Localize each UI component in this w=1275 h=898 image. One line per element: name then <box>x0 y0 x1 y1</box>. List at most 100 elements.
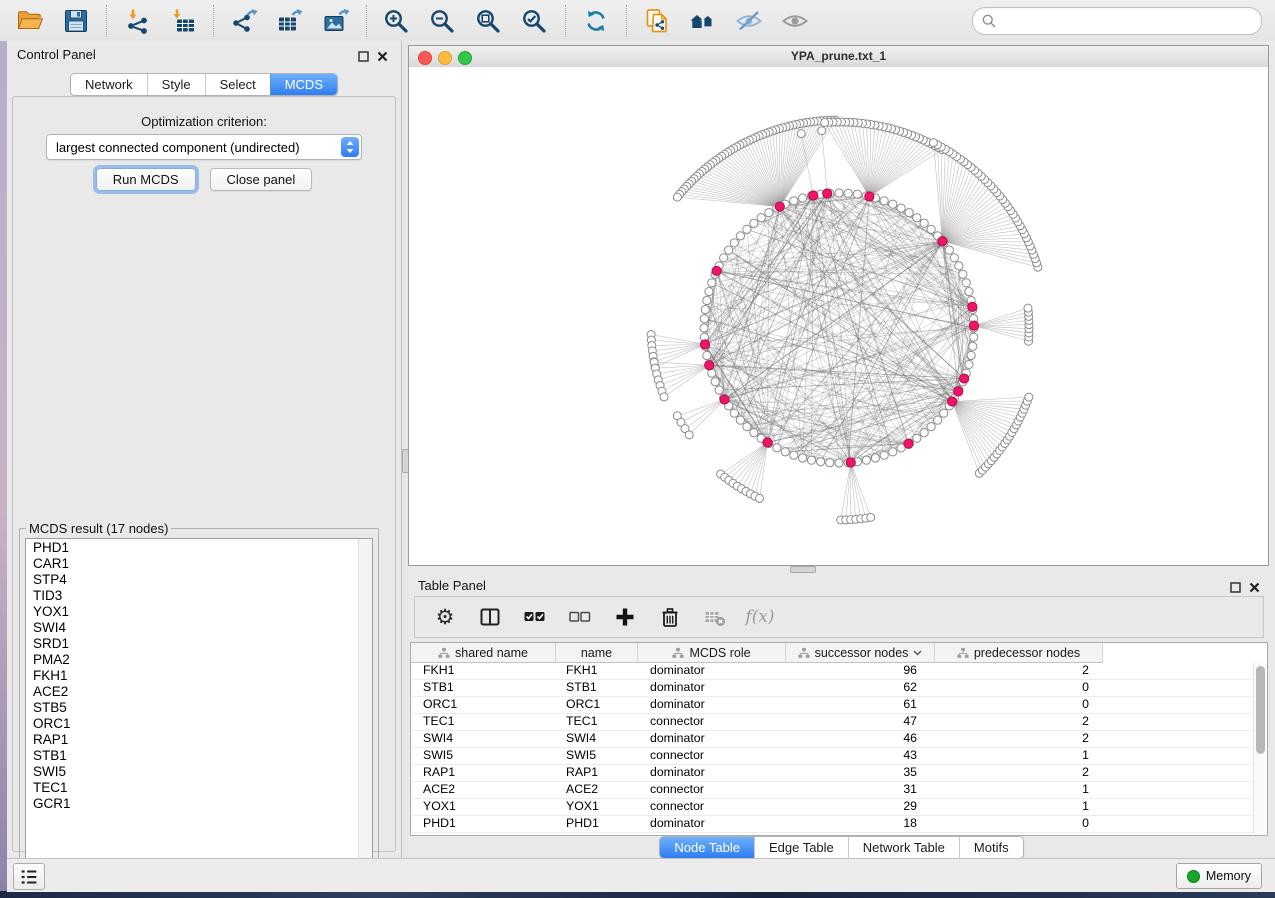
mcds-result-item[interactable]: PHD1 <box>26 540 358 556</box>
clear-table-button <box>701 603 729 631</box>
network-canvas[interactable] <box>409 67 1268 565</box>
mcds-result-listbox[interactable]: PHD1CAR1STP4TID3YOX1SWI4SRD1PMA2FKH1ACE2… <box>25 538 373 875</box>
mcds-hub-node[interactable] <box>968 302 977 311</box>
tab-edge-table[interactable]: Edge Table <box>754 837 848 858</box>
mcds-result-item[interactable]: TEC1 <box>26 780 358 796</box>
duplicate-network-button[interactable] <box>642 7 672 35</box>
mcds-hub-node[interactable] <box>809 191 818 200</box>
tab-select[interactable]: Select <box>205 74 270 95</box>
mcds-hub-node[interactable] <box>823 189 832 198</box>
mcds-result-item[interactable]: STP4 <box>26 572 358 588</box>
table-row-RAP1[interactable]: RAP1RAP1dominator352 <box>411 765 1253 782</box>
column-header-predecessor-nodes[interactable]: predecessor nodes <box>935 643 1103 663</box>
export-image-button[interactable] <box>321 7 351 35</box>
mcds-hub-node[interactable] <box>960 374 969 383</box>
mcds-hub-node[interactable] <box>969 321 978 330</box>
mcds-hub-node[interactable] <box>712 266 721 275</box>
optimization-criterion-select[interactable]: largest connected component (undirected) <box>46 134 362 160</box>
network-graph[interactable] <box>409 67 1266 563</box>
tab-node-table[interactable]: Node Table <box>660 837 754 858</box>
columns-button[interactable] <box>476 603 504 631</box>
settings-button[interactable]: ⚙ <box>431 603 459 631</box>
function-builder-icon: f(x) <box>745 607 774 627</box>
zoom-selected-button[interactable] <box>520 7 550 35</box>
table-row-FKH1[interactable]: FKH1FKH1dominator962 <box>411 663 1253 680</box>
table-tabs: Node TableEdge TableNetwork TableMotifs <box>408 836 1275 859</box>
tab-network[interactable]: Network <box>71 74 147 95</box>
mcds-hub-node[interactable] <box>954 387 963 396</box>
import-network-button[interactable] <box>122 7 152 35</box>
memory-button[interactable]: Memory <box>1176 863 1262 889</box>
mcds-hub-node[interactable] <box>865 192 874 201</box>
cell-shared-name: YOX1 <box>411 799 556 815</box>
mcds-result-item[interactable]: ACE2 <box>26 684 358 700</box>
deselect-all-icon <box>569 606 591 628</box>
column-header-MCDS-role[interactable]: MCDS role <box>638 643 786 663</box>
show-all-button[interactable] <box>780 7 810 35</box>
zoom-fit-content-button[interactable] <box>474 7 504 35</box>
tab-network-table[interactable]: Network Table <box>848 837 959 858</box>
mcds-result-item[interactable]: GCR1 <box>26 796 358 812</box>
table-row-TEC1[interactable]: TEC1TEC1connector472 <box>411 714 1253 731</box>
float-panel-icon[interactable] <box>358 49 369 67</box>
mcds-result-item[interactable]: STB1 <box>26 748 358 764</box>
export-table-button[interactable] <box>275 7 305 35</box>
mcds-hub-node[interactable] <box>720 395 729 404</box>
sort-desc-icon <box>913 650 922 656</box>
table-row-PHD1[interactable]: PHD1PHD1dominator180 <box>411 816 1253 833</box>
mcds-hub-node[interactable] <box>705 361 714 370</box>
tab-style[interactable]: Style <box>147 74 205 95</box>
add-row-button[interactable] <box>611 603 639 631</box>
close-panel-icon[interactable] <box>377 49 388 67</box>
mcds-list-scrollbar[interactable] <box>358 539 372 874</box>
mcds-result-item[interactable]: YOX1 <box>26 604 358 620</box>
mcds-result-item[interactable]: TID3 <box>26 588 358 604</box>
mcds-hub-node[interactable] <box>904 439 913 448</box>
refresh-view-button[interactable] <box>581 7 611 35</box>
column-header-successor-nodes[interactable]: successor nodes <box>786 643 935 663</box>
table-row-ORC1[interactable]: ORC1ORC1dominator610 <box>411 697 1253 714</box>
mcds-result-item[interactable]: SWI4 <box>26 620 358 636</box>
import-table-button[interactable] <box>168 7 198 35</box>
tab-mcds[interactable]: MCDS <box>270 74 337 95</box>
zoom-out-button[interactable] <box>428 7 458 35</box>
mcds-hub-node[interactable] <box>775 202 784 211</box>
run-mcds-button[interactable]: Run MCDS <box>96 168 196 191</box>
save-session-button[interactable] <box>61 7 91 35</box>
tab-motifs[interactable]: Motifs <box>959 837 1023 858</box>
first-neighbors-button[interactable] <box>688 7 718 35</box>
mcds-result-item[interactable]: PMA2 <box>26 652 358 668</box>
mcds-hub-node[interactable] <box>846 458 855 467</box>
mcds-result-item[interactable]: RAP1 <box>26 732 358 748</box>
table-row-STB1[interactable]: STB1STB1dominator620 <box>411 680 1253 697</box>
export-network-button[interactable] <box>229 7 259 35</box>
table-row-SWI5[interactable]: SWI5SWI5connector431 <box>411 748 1253 765</box>
mcds-result-item[interactable]: STB5 <box>26 700 358 716</box>
deselect-all-button[interactable] <box>566 603 594 631</box>
table-scrollbar[interactable] <box>1253 663 1267 834</box>
table-row-YOX1[interactable]: YOX1YOX1connector291 <box>411 799 1253 816</box>
mcds-hub-node[interactable] <box>763 438 772 447</box>
mcds-result-item[interactable]: SWI5 <box>26 764 358 780</box>
search-box[interactable] <box>972 7 1262 35</box>
open-file-button[interactable] <box>15 7 45 35</box>
table-row-ACE2[interactable]: ACE2ACE2connector311 <box>411 782 1253 799</box>
hide-selected-button[interactable] <box>734 7 764 35</box>
table-scrollbar-thumb[interactable] <box>1256 666 1265 754</box>
mcds-hub-node[interactable] <box>700 340 709 349</box>
search-input[interactable] <box>996 14 1261 29</box>
select-all-button[interactable] <box>521 603 549 631</box>
zoom-in-button[interactable] <box>382 7 412 35</box>
mcds-result-item[interactable]: CAR1 <box>26 556 358 572</box>
column-header-name[interactable]: name <box>556 643 638 663</box>
column-header-shared-name[interactable]: shared name <box>411 643 556 663</box>
mcds-result-item[interactable]: FKH1 <box>26 668 358 684</box>
delete-rows-button[interactable] <box>656 603 684 631</box>
mcds-hub-node[interactable] <box>948 397 957 406</box>
table-row-SWI4[interactable]: SWI4SWI4dominator462 <box>411 731 1253 748</box>
mcds-result-item[interactable]: ORC1 <box>26 716 358 732</box>
mcds-result-item[interactable]: SRD1 <box>26 636 358 652</box>
close-panel-button[interactable]: Close panel <box>210 168 313 191</box>
mcds-hub-node[interactable] <box>938 237 947 246</box>
task-history-button[interactable] <box>13 863 45 890</box>
